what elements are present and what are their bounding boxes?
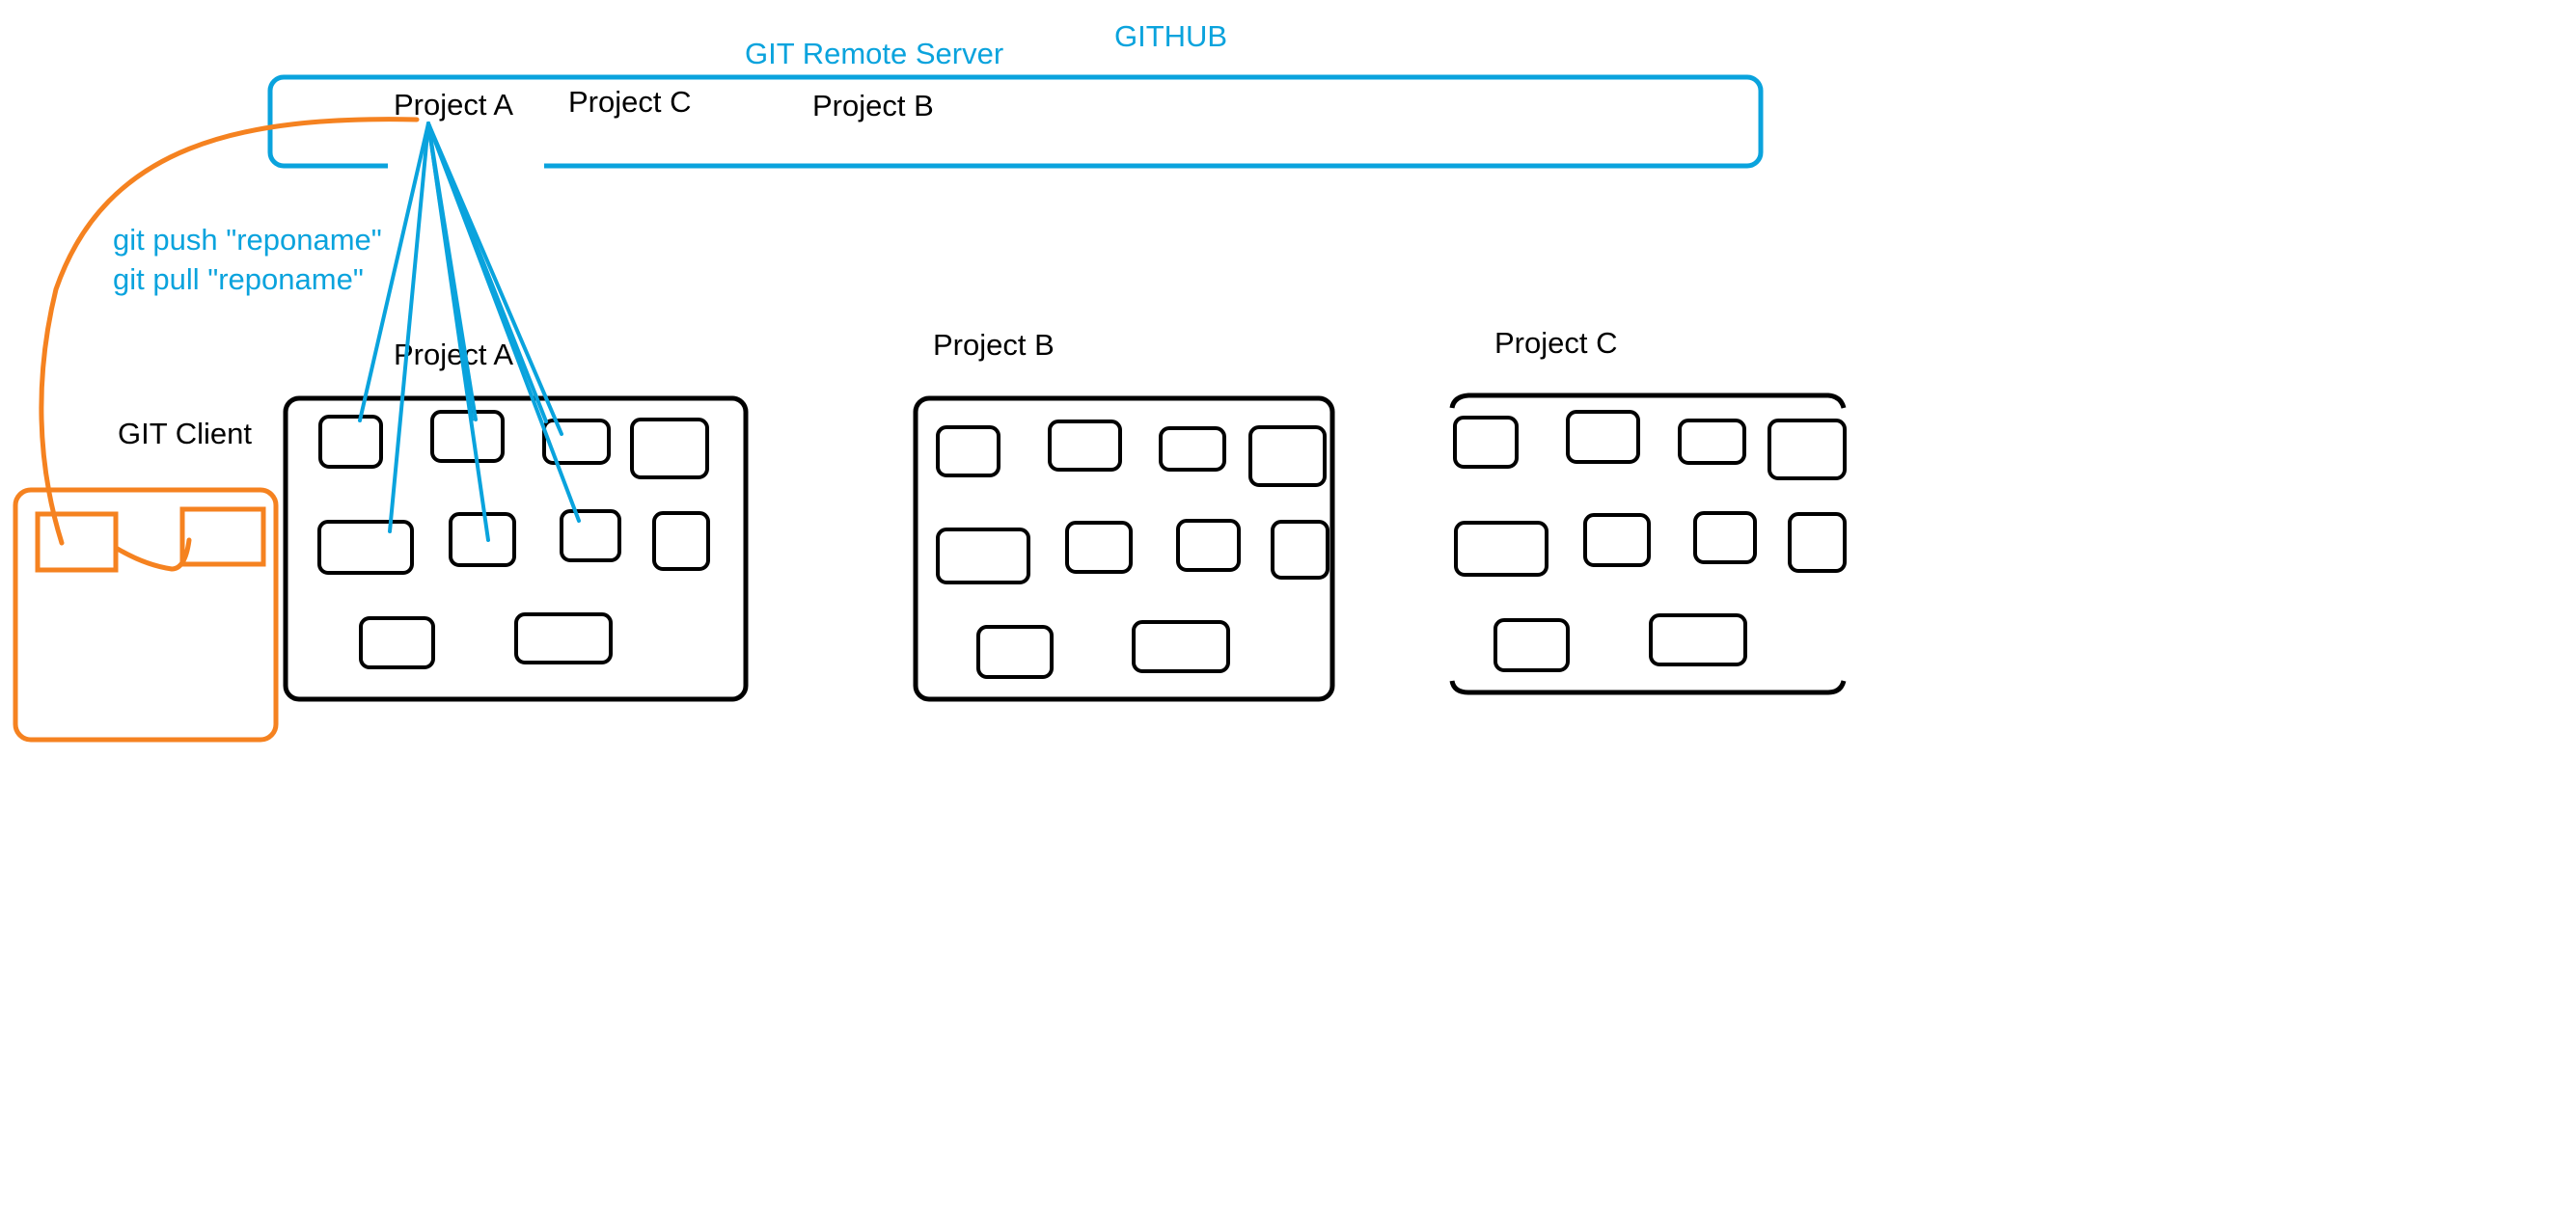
file-block (652, 511, 710, 571)
local-project-b-files (936, 420, 1329, 679)
remote-project-b-label: Project B (812, 89, 934, 122)
file-block (1768, 419, 1847, 480)
file-block (318, 415, 383, 469)
file-block (1693, 511, 1757, 564)
file-block (1453, 416, 1519, 469)
local-project-c-files (1453, 410, 1847, 672)
file-block (936, 528, 1030, 584)
git-client-label: GIT Client (118, 417, 252, 450)
file-block (1048, 420, 1122, 472)
client-repo-block-left (35, 511, 119, 573)
file-block (1649, 613, 1747, 666)
file-block (1248, 425, 1327, 487)
file-block (1788, 512, 1847, 573)
git-pull-command: git pull "reponame" (113, 262, 364, 296)
push-pull-arc (39, 117, 420, 546)
file-block (630, 418, 709, 479)
file-block (1566, 410, 1640, 464)
sync-line (426, 122, 490, 542)
file-block (936, 425, 1000, 477)
git-push-command: git push "reponame" (113, 223, 382, 257)
remote-project-a-label: Project A (394, 88, 513, 122)
file-block (1678, 419, 1746, 465)
git-diagram: GITHUB GIT Remote Server Project A Proje… (13, 19, 1847, 743)
file-block (1454, 521, 1548, 577)
sync-lines (358, 122, 581, 542)
remote-server-label: GIT Remote Server (745, 37, 1003, 70)
remote-server-box-gap (388, 160, 544, 172)
file-block (1494, 618, 1570, 672)
file-block (1176, 519, 1241, 572)
file-block (449, 512, 516, 567)
file-block (1132, 620, 1230, 673)
git-client-box (13, 487, 279, 743)
local-project-a-files (317, 410, 710, 669)
file-block (359, 616, 435, 669)
remote-project-c-label: Project C (568, 85, 691, 119)
local-project-a-title: Project A (394, 338, 513, 371)
github-label: GITHUB (1114, 19, 1227, 53)
file-block (1583, 513, 1651, 567)
file-block (1159, 426, 1226, 472)
file-block (560, 509, 621, 562)
client-repo-block-right (179, 506, 266, 567)
file-block (1271, 520, 1329, 580)
local-project-c-title: Project C (1494, 326, 1617, 360)
file-block (514, 612, 613, 664)
sync-line (388, 122, 430, 533)
file-block (430, 410, 505, 463)
file-block (317, 520, 414, 575)
local-project-b-title: Project B (933, 328, 1055, 362)
client-link-line (113, 537, 192, 572)
file-block (1065, 521, 1133, 574)
file-block (976, 625, 1054, 679)
